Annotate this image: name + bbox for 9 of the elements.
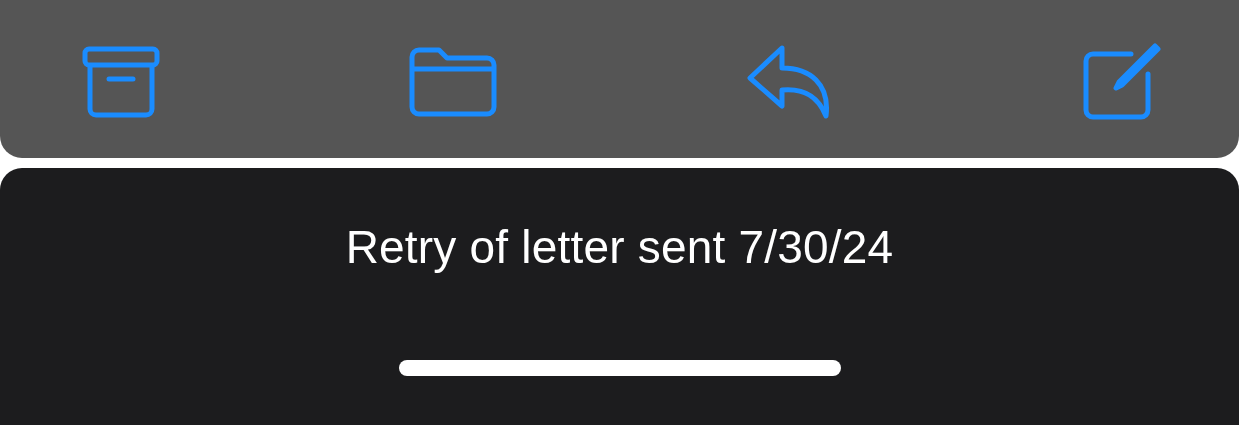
reply-button[interactable] xyxy=(746,44,832,120)
folder-icon xyxy=(409,47,497,117)
compose-icon xyxy=(1081,42,1161,122)
reply-icon xyxy=(746,44,832,120)
compose-button[interactable] xyxy=(1081,42,1161,122)
sheet-title: Retry of letter sent 7/30/24 xyxy=(345,220,894,274)
archive-icon xyxy=(82,46,160,118)
folder-button[interactable] xyxy=(409,47,497,117)
archive-button[interactable] xyxy=(82,46,160,118)
